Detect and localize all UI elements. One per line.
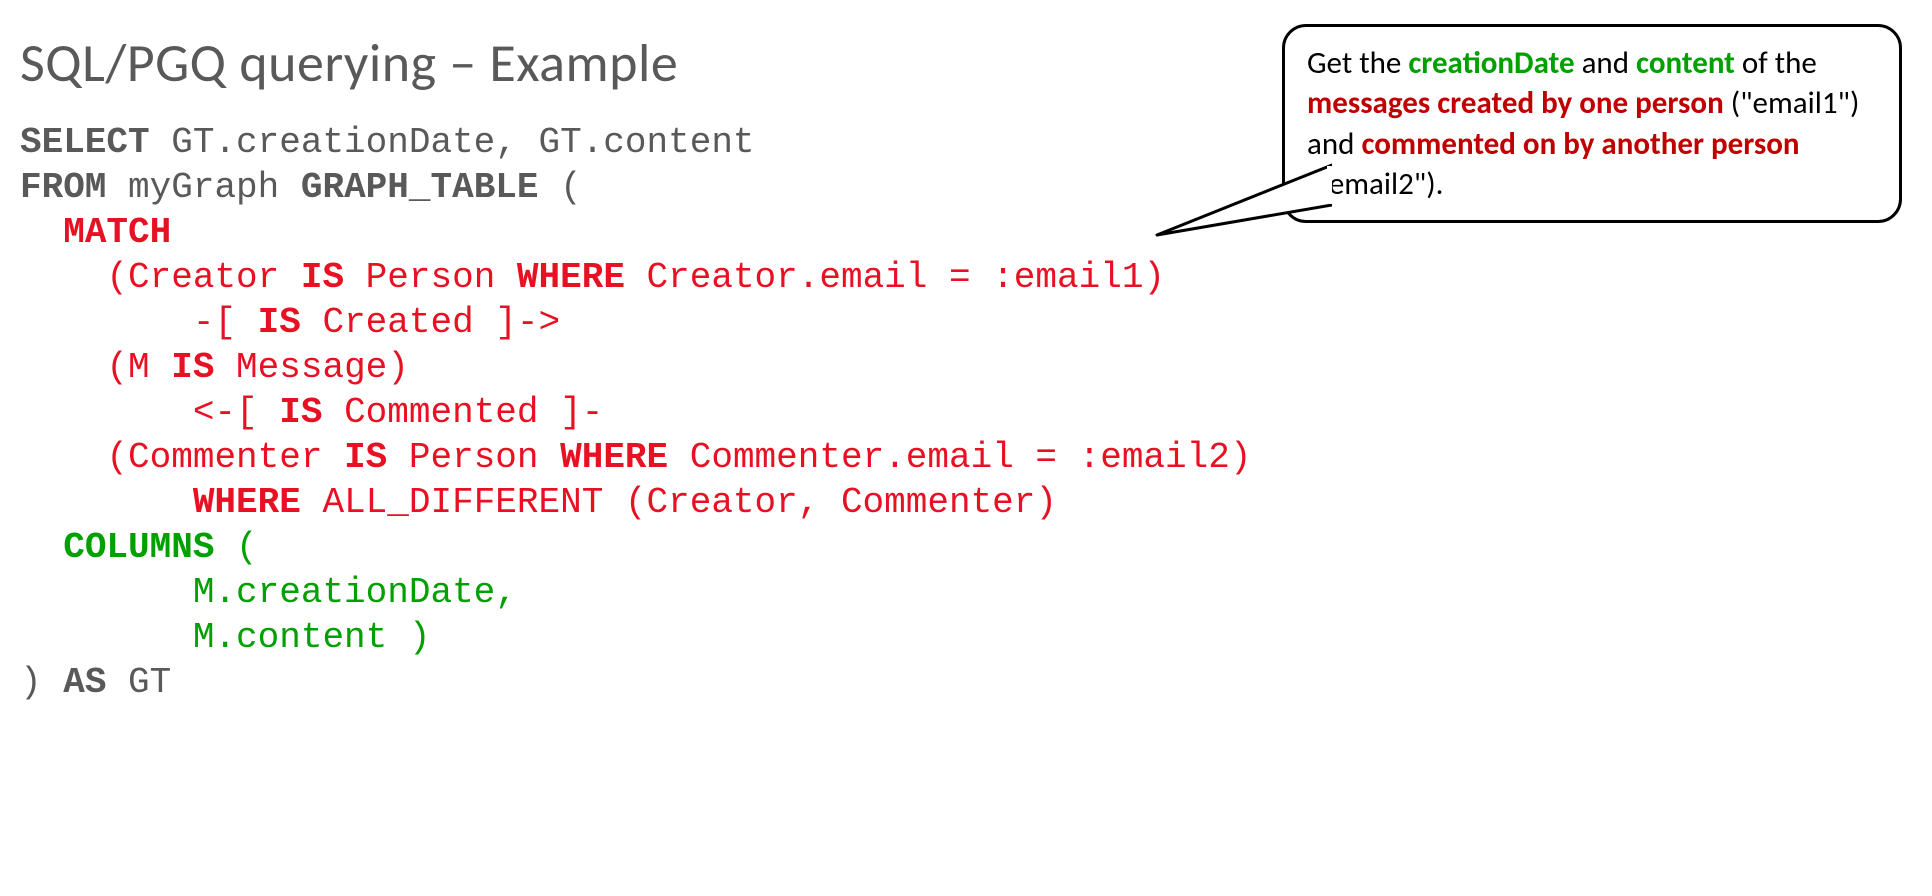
column-value: M.content ) <box>193 617 431 658</box>
code-indent <box>20 437 106 478</box>
code-indent <box>20 257 106 298</box>
code-indent <box>20 572 193 613</box>
kw-match: MATCH <box>63 212 171 253</box>
match-pattern: Person <box>387 437 560 478</box>
match-pattern: Person <box>344 257 517 298</box>
code-text: myGraph <box>106 167 300 208</box>
code-indent <box>20 482 193 523</box>
code-indent <box>20 617 193 658</box>
code-text: ) <box>20 662 63 703</box>
column-value: M.creationDate, <box>193 572 517 613</box>
kw-is: IS <box>301 257 344 298</box>
code-indent <box>20 302 193 343</box>
edge-pattern: Created ]-> <box>301 302 560 343</box>
code-indent <box>20 527 63 568</box>
kw-from: FROM <box>20 167 106 208</box>
edge-pattern: Commented ]- <box>322 392 603 433</box>
explanation-callout: Get the creationDate and content of the … <box>1282 24 1902 223</box>
speech-bubble-tail-icon <box>1152 160 1332 240</box>
callout-text: of the <box>1735 44 1817 82</box>
kw-is: IS <box>171 347 214 388</box>
kw-is: IS <box>344 437 387 478</box>
match-pattern: (M <box>106 347 171 388</box>
edge-pattern: -[ <box>193 302 258 343</box>
match-pattern: Creator.email = :email1) <box>625 257 1165 298</box>
kw-where: WHERE <box>193 482 301 523</box>
match-pattern: Commenter.email = :email2) <box>668 437 1251 478</box>
callout-text: and <box>1575 44 1636 82</box>
kw-columns: COLUMNS <box>63 527 214 568</box>
callout-text: Get the <box>1307 44 1408 82</box>
callout-highlight-green: content <box>1636 44 1735 82</box>
kw-is: IS <box>279 392 322 433</box>
kw-select: SELECT <box>20 122 150 163</box>
code-text: GT.creationDate, GT.content <box>150 122 755 163</box>
match-pattern: (Creator <box>106 257 300 298</box>
edge-pattern: <-[ <box>193 392 279 433</box>
code-indent <box>20 212 63 253</box>
kw-where: WHERE <box>517 257 625 298</box>
match-pattern: (Commenter <box>106 437 344 478</box>
columns-paren: ( <box>214 527 257 568</box>
match-pattern: Message) <box>214 347 408 388</box>
kw-where: WHERE <box>560 437 668 478</box>
kw-graph-table: GRAPH_TABLE <box>301 167 539 208</box>
callout-highlight-red: commented on by another person <box>1361 125 1799 163</box>
callout-highlight-red: messages created by one person <box>1307 84 1724 122</box>
code-text: GT <box>106 662 171 703</box>
code-text: ( <box>539 167 582 208</box>
where-clause: ALL_DIFFERENT (Creator, Commenter) <box>301 482 1057 523</box>
kw-is: IS <box>258 302 301 343</box>
kw-as: AS <box>63 662 106 703</box>
code-indent <box>20 392 193 433</box>
callout-highlight-green: creationDate <box>1408 44 1574 82</box>
code-indent <box>20 347 106 388</box>
